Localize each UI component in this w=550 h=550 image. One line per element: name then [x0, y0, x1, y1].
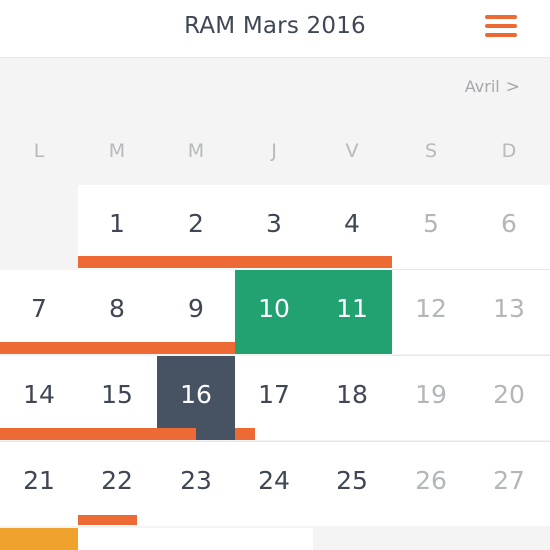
calendar-day[interactable]: 2: [157, 181, 235, 265]
calendar-day[interactable]: 20: [470, 352, 548, 436]
calendar-day[interactable]: 22: [78, 438, 156, 522]
calendar-day[interactable]: 27: [470, 438, 548, 522]
calendar-day[interactable]: 14: [0, 352, 78, 436]
calendar-day[interactable]: 25: [313, 438, 391, 522]
app-header: RAM Mars 2016: [0, 0, 550, 58]
calendar-day[interactable]: 17: [235, 352, 313, 436]
calendar-day[interactable]: 26: [392, 438, 470, 522]
calendar-day[interactable]: 21: [0, 438, 78, 522]
next-month-label: Avril: [464, 77, 500, 96]
weekday-header: V: [345, 140, 359, 162]
calendar-day[interactable]: 7: [0, 266, 78, 350]
calendar-day[interactable]: 19: [392, 352, 470, 436]
next-month-link[interactable]: Avril >: [465, 75, 520, 99]
weekday-header: D: [501, 140, 517, 162]
calendar-day[interactable]: 4: [313, 181, 391, 265]
weekday-header: S: [424, 140, 438, 162]
weekday-header: M: [187, 140, 205, 162]
calendar-day-selected[interactable]: 16: [157, 352, 235, 436]
calendar-day[interactable]: 8: [78, 266, 156, 350]
calendar-day[interactable]: 12: [392, 266, 470, 350]
calendar-day[interactable]: 5: [392, 181, 470, 265]
calendar-day[interactable]: 1: [78, 181, 156, 265]
calendar-day[interactable]: 11: [313, 266, 391, 350]
weekday-header: M: [108, 140, 126, 162]
calendar-day[interactable]: 15: [78, 352, 156, 436]
week-row: [78, 528, 313, 550]
calendar-day[interactable]: 3: [235, 181, 313, 265]
calendar-day[interactable]: 6: [470, 181, 548, 265]
hamburger-menu-icon[interactable]: [485, 15, 517, 37]
calendar-day[interactable]: 9: [157, 266, 235, 350]
weekday-header: L: [33, 140, 45, 162]
calendar-day[interactable]: 24: [235, 438, 313, 522]
chevron-right-icon: >: [505, 77, 520, 97]
calendar-day[interactable]: 13: [470, 266, 548, 350]
event-block: [0, 528, 78, 550]
page-title: RAM Mars 2016: [184, 13, 366, 39]
calendar-day[interactable]: 10: [235, 266, 313, 350]
calendar-day[interactable]: 18: [313, 352, 391, 436]
calendar-day[interactable]: 23: [157, 438, 235, 522]
weekday-header: J: [271, 140, 277, 162]
